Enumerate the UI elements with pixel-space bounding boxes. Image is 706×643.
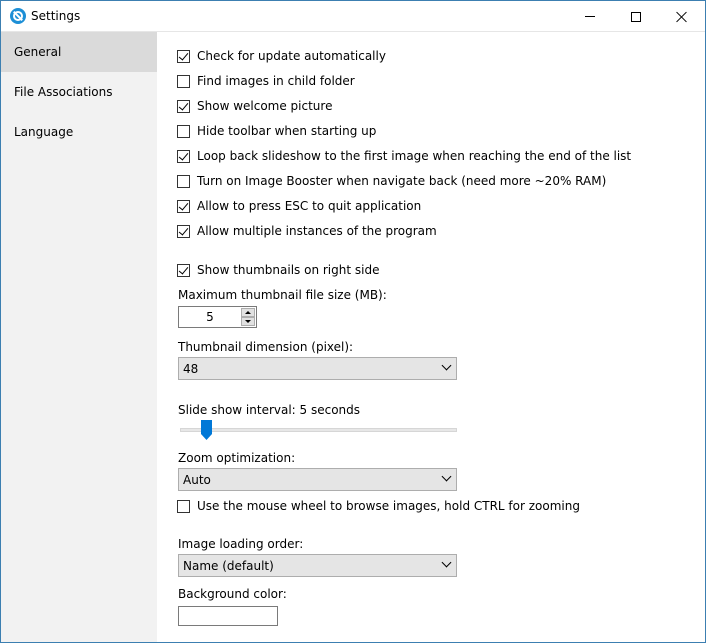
- slideshow-interval-slider[interactable]: [178, 420, 457, 444]
- title-bar[interactable]: Settings: [1, 1, 705, 32]
- thumb-dimension-value: 48: [183, 362, 199, 376]
- app-icon: [10, 8, 26, 24]
- multiple-instances-label: Allow multiple instances of the program: [197, 224, 437, 238]
- chevron-down-icon: [441, 557, 452, 568]
- minimize-icon: [585, 16, 595, 17]
- maximize-icon: [631, 11, 641, 22]
- maximize-button[interactable]: [613, 1, 659, 32]
- check-update-row[interactable]: Check for update automatically: [177, 48, 386, 64]
- max-thumb-size-value[interactable]: 5: [179, 310, 241, 324]
- loop-slideshow-label: Loop back slideshow to the first image w…: [197, 149, 632, 163]
- zoom-optimization-label: Zoom optimization:: [178, 451, 296, 465]
- image-loading-order-value: Name (default): [183, 559, 274, 573]
- multiple-instances-row[interactable]: Allow multiple instances of the program: [177, 223, 437, 239]
- mouse-wheel-checkbox[interactable]: [177, 499, 190, 513]
- minimize-button[interactable]: [567, 1, 613, 32]
- show-thumbnails-checkbox[interactable]: [177, 263, 190, 277]
- general-settings-panel: Check for update automatically Find imag…: [157, 32, 705, 642]
- close-icon: [676, 11, 688, 23]
- esc-quit-label: Allow to press ESC to quit application: [197, 199, 422, 213]
- sidebar-item-file-associations[interactable]: File Associations: [1, 72, 157, 112]
- stepper-down-icon[interactable]: [241, 317, 255, 326]
- thumb-dimension-label: Thumbnail dimension (pixel):: [178, 340, 354, 354]
- show-welcome-checkbox[interactable]: [177, 99, 190, 113]
- esc-quit-checkbox[interactable]: [177, 199, 190, 213]
- stepper-buttons: [241, 308, 255, 326]
- find-child-folder-label: Find images in child folder: [197, 74, 355, 88]
- image-loading-order-label: Image loading order:: [178, 537, 304, 551]
- show-thumbnails-label: Show thumbnails on right side: [197, 263, 380, 277]
- slider-thumb[interactable]: [201, 420, 212, 440]
- find-child-folder-checkbox[interactable]: [177, 74, 190, 88]
- slider-track[interactable]: [180, 428, 457, 432]
- background-color-label: Background color:: [178, 587, 287, 601]
- stepper-up-icon[interactable]: [241, 308, 255, 317]
- zoom-optimization-select[interactable]: Auto: [178, 468, 457, 491]
- image-booster-row[interactable]: Turn on Image Booster when navigate back…: [177, 173, 606, 189]
- hide-toolbar-checkbox[interactable]: [177, 124, 190, 138]
- image-loading-order-select[interactable]: Name (default): [178, 554, 457, 577]
- zoom-optimization-value: Auto: [183, 473, 211, 487]
- mouse-wheel-label: Use the mouse wheel to browse images, ho…: [197, 499, 580, 513]
- loop-slideshow-row[interactable]: Loop back slideshow to the first image w…: [177, 148, 631, 164]
- multiple-instances-checkbox[interactable]: [177, 224, 190, 238]
- sidebar: General File Associations Language: [1, 32, 157, 642]
- max-thumb-size-stepper[interactable]: 5: [178, 306, 257, 328]
- slideshow-interval-label: Slide show interval: 5 seconds: [178, 403, 361, 417]
- image-booster-label: Turn on Image Booster when navigate back…: [197, 174, 607, 188]
- max-thumb-size-label: Maximum thumbnail file size (MB):: [178, 288, 387, 302]
- chevron-down-icon: [441, 360, 452, 371]
- sidebar-item-language[interactable]: Language: [1, 112, 157, 152]
- esc-quit-row[interactable]: Allow to press ESC to quit application: [177, 198, 421, 214]
- hide-toolbar-row[interactable]: Hide toolbar when starting up: [177, 123, 376, 139]
- loop-slideshow-checkbox[interactable]: [177, 149, 190, 163]
- show-welcome-row[interactable]: Show welcome picture: [177, 98, 332, 114]
- thumb-dimension-select[interactable]: 48: [178, 357, 457, 380]
- chevron-down-icon: [441, 471, 452, 482]
- show-welcome-label: Show welcome picture: [197, 99, 333, 113]
- settings-window: Settings General File Associations Langu…: [0, 0, 706, 643]
- hide-toolbar-label: Hide toolbar when starting up: [197, 124, 377, 138]
- show-thumbnails-row[interactable]: Show thumbnails on right side: [177, 262, 379, 278]
- background-color-picker[interactable]: [178, 606, 278, 626]
- find-child-folder-row[interactable]: Find images in child folder: [177, 73, 355, 89]
- window-title: Settings: [31, 9, 81, 23]
- image-booster-checkbox[interactable]: [177, 174, 190, 188]
- check-update-label: Check for update automatically: [197, 49, 386, 63]
- mouse-wheel-row[interactable]: Use the mouse wheel to browse images, ho…: [177, 498, 580, 514]
- check-update-checkbox[interactable]: [177, 49, 190, 63]
- sidebar-item-general[interactable]: General: [1, 32, 157, 72]
- close-button[interactable]: [659, 1, 705, 32]
